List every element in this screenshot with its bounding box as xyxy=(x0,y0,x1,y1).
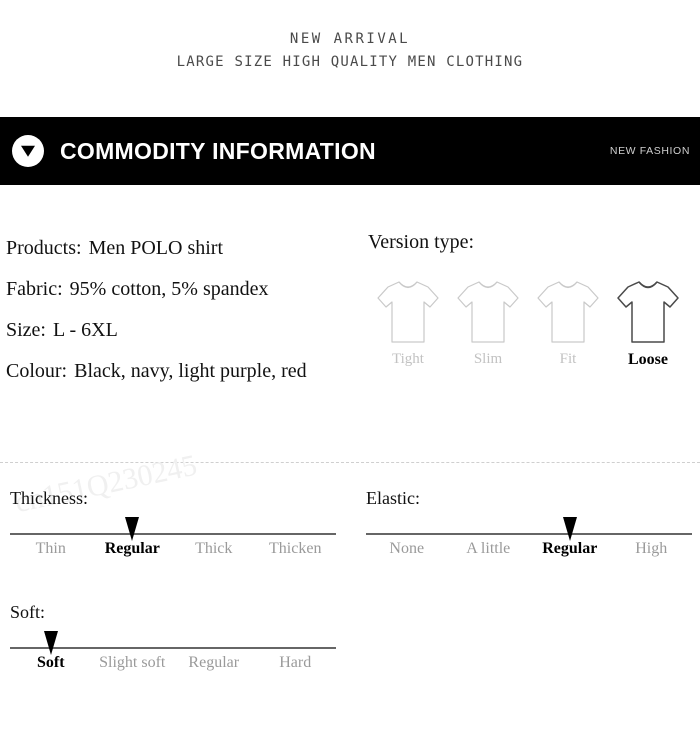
banner-right-label: NEW FASHION xyxy=(609,145,690,157)
scale-line xyxy=(10,533,336,535)
scale-labels: Thin Regular Thick Thicken xyxy=(10,540,336,558)
scale-marker[interactable] xyxy=(125,517,140,541)
tshirt-icon xyxy=(617,281,679,343)
version-option-tight[interactable]: Tight xyxy=(368,276,448,369)
scale-line xyxy=(366,533,692,535)
scale-option[interactable]: Soft xyxy=(10,654,92,672)
tshirt-icon xyxy=(537,281,599,343)
tshirt-icon xyxy=(377,281,439,343)
spec-row: Products: Men POLO shirt xyxy=(6,228,361,269)
version-type-title: Version type: xyxy=(368,231,475,253)
scale-option[interactable]: None xyxy=(366,540,448,558)
soft-scale: Soft: Soft Slight soft Regular Hard xyxy=(10,601,336,672)
top-heading: NEW ARRIVAL LARGE SIZE HIGH QUALITY MEN … xyxy=(0,28,700,74)
scale-option[interactable]: Regular xyxy=(92,540,174,558)
scale-track xyxy=(366,517,692,541)
scale-title: Elastic: xyxy=(366,488,420,508)
spec-value: 95% cotton, 5% spandex xyxy=(69,278,269,300)
spec-value: Men POLO shirt xyxy=(88,237,224,259)
version-option-label: Loose xyxy=(628,351,668,368)
spec-key: Colour: xyxy=(6,360,68,382)
scale-option[interactable]: Thick xyxy=(173,540,255,558)
elastic-scale: Elastic: None A little Regular High xyxy=(366,487,692,558)
scale-option[interactable]: Regular xyxy=(529,540,611,558)
scale-title: Soft: xyxy=(10,602,46,622)
spec-value: L - 6XL xyxy=(53,319,118,341)
scale-option[interactable]: A little xyxy=(448,540,530,558)
tshirt-icon xyxy=(457,281,519,343)
product-spec-list: Products: Men POLO shirt Fabric: 95% cotto… xyxy=(6,228,361,392)
version-option-label: Tight xyxy=(392,351,424,367)
scale-marker[interactable] xyxy=(43,631,58,655)
scale-option[interactable]: Thicken xyxy=(255,540,337,558)
scale-option[interactable]: Slight soft xyxy=(92,654,174,672)
scale-track xyxy=(10,631,336,655)
scale-line xyxy=(10,647,336,649)
version-type-section: Version type: Tight Slim Fit Loose xyxy=(368,228,698,368)
spec-row: Fabric: 95% cotton, 5% spandex xyxy=(6,269,361,310)
scale-track xyxy=(10,517,336,541)
top-heading-line2: LARGE SIZE HIGH QUALITY MEN CLOTHING xyxy=(176,54,524,70)
commodity-information-banner: COMMODITY INFORMATION NEW FASHION xyxy=(0,117,700,185)
top-heading-line1: NEW ARRIVAL xyxy=(289,31,411,47)
scale-title: Thickness: xyxy=(10,488,88,508)
spec-key: Size: xyxy=(6,319,46,341)
triangle-down-icon xyxy=(12,135,44,167)
spec-row: Size: L - 6XL xyxy=(6,310,361,351)
version-option-slim[interactable]: Slim xyxy=(448,276,528,369)
version-type-options: Tight Slim Fit Loose xyxy=(368,276,698,369)
scale-labels: Soft Slight soft Regular Hard xyxy=(10,654,336,672)
spec-key: Products: xyxy=(6,237,82,259)
banner-title: COMMODITY INFORMATION xyxy=(60,137,376,164)
version-option-loose[interactable]: Loose xyxy=(608,276,688,369)
scale-option[interactable]: Hard xyxy=(255,654,337,672)
spec-row: Colour: Black, navy, light purple, red xyxy=(6,351,361,392)
scale-option[interactable]: Thin xyxy=(10,540,92,558)
scale-option[interactable]: Regular xyxy=(173,654,255,672)
version-option-label: Fit xyxy=(559,351,577,367)
section-divider xyxy=(0,462,700,463)
version-option-fit[interactable]: Fit xyxy=(528,276,608,369)
thickness-scale: Thickness: Thin Regular Thick Thicken xyxy=(10,487,336,558)
scale-option[interactable]: High xyxy=(611,540,693,558)
spec-key: Fabric: xyxy=(6,278,63,300)
version-option-label: Slim xyxy=(473,351,503,367)
scale-marker[interactable] xyxy=(562,517,577,541)
scale-labels: None A little Regular High xyxy=(366,540,692,558)
spec-value: Black, navy, light purple, red xyxy=(74,360,307,382)
